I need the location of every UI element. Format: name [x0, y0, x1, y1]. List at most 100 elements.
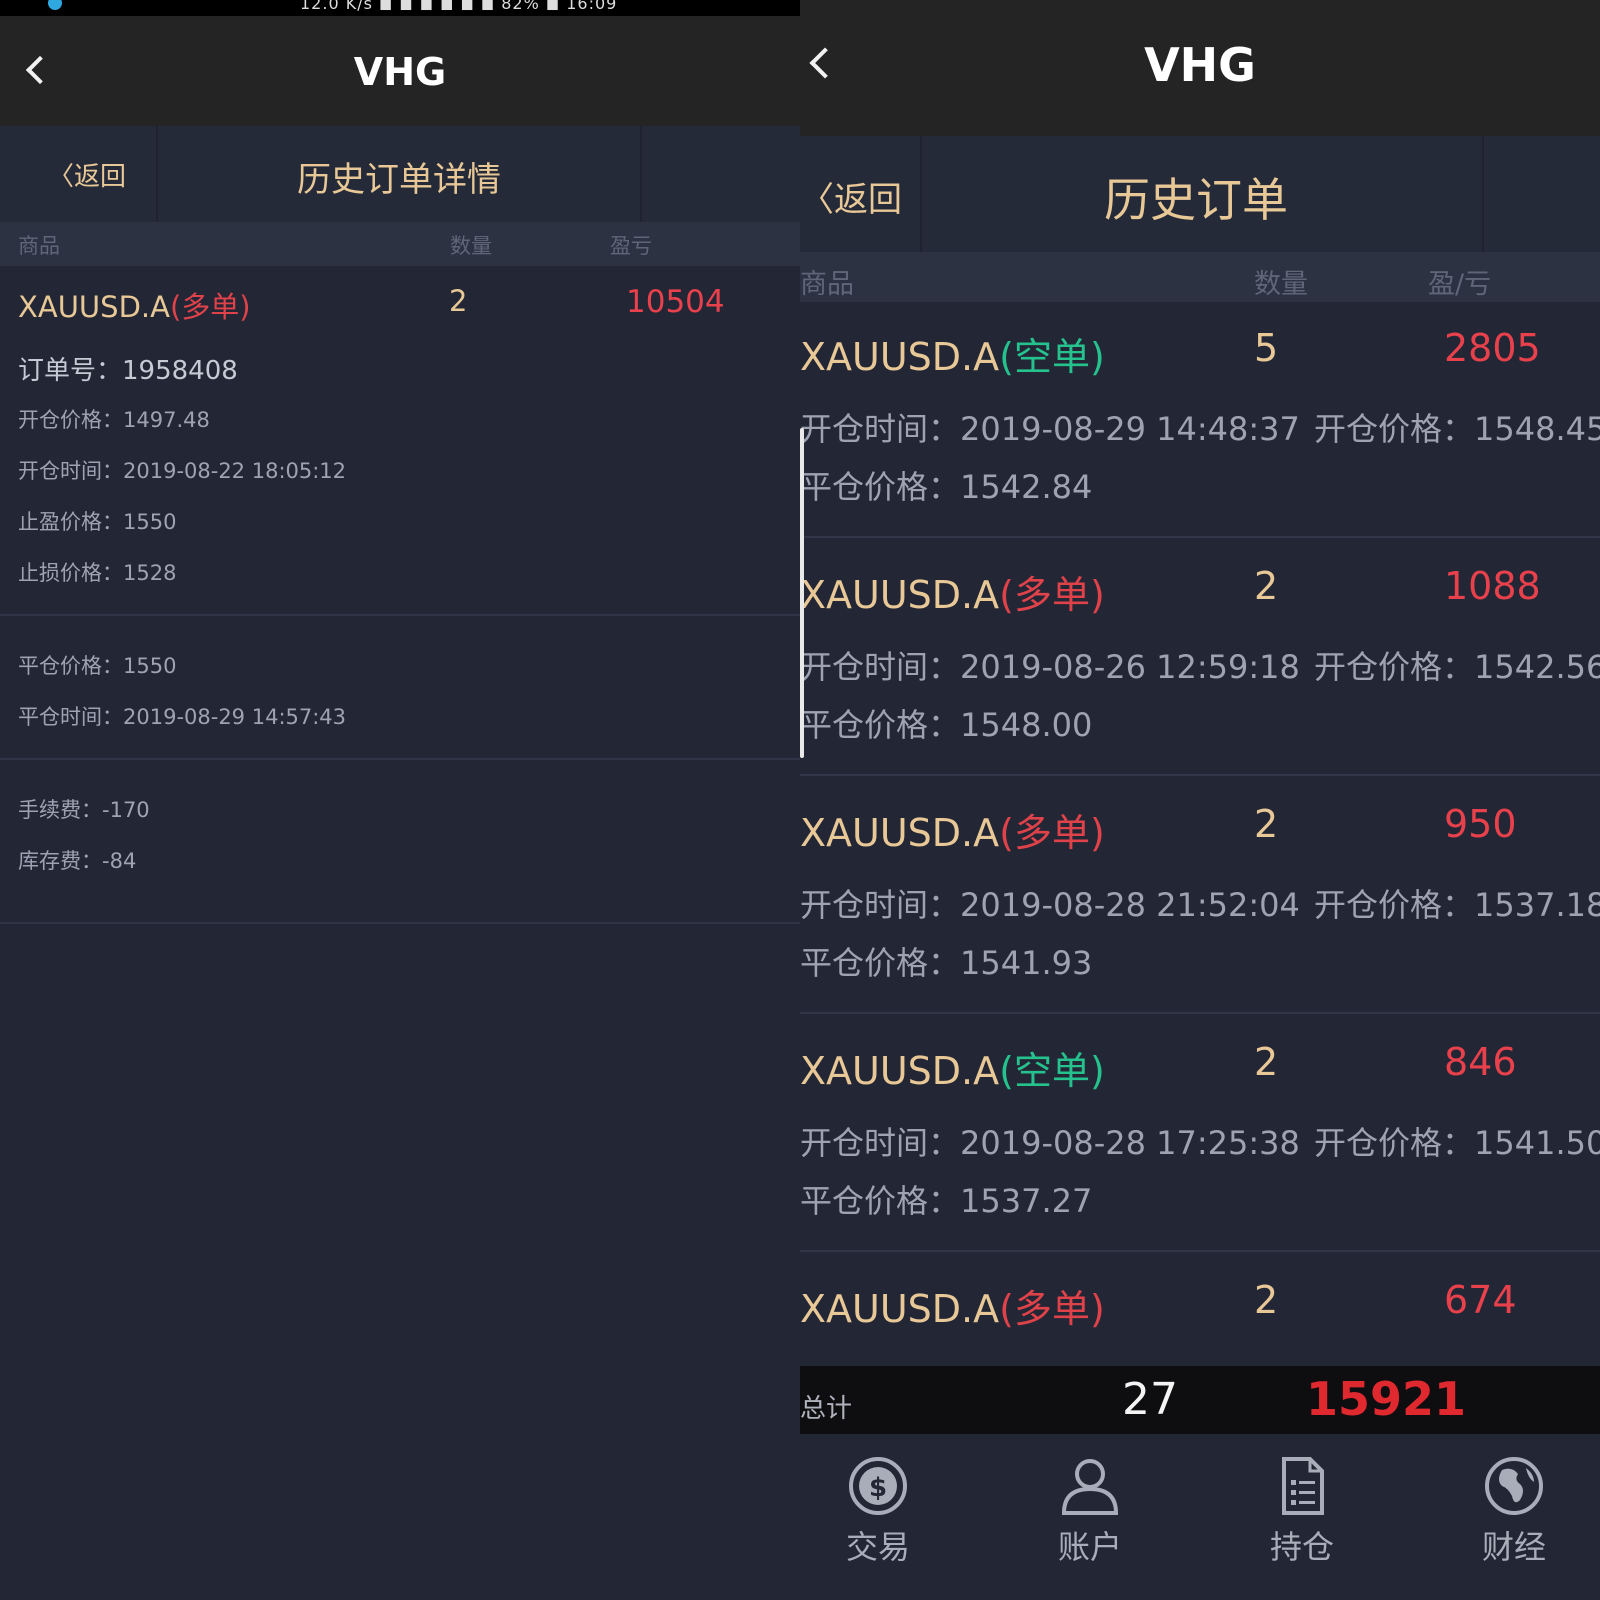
close-price: 平仓价格：1550 [18, 654, 177, 678]
app-title: VHG [1144, 38, 1256, 92]
order-direction: (空单) [999, 335, 1105, 379]
column-header: 商品 数量 盈亏 [0, 222, 800, 266]
dollar-coin-icon: $ [849, 1457, 907, 1515]
page-header: 〈返回 历史订单详情 [0, 126, 800, 222]
open-time: 开仓时间：2019-08-26 12:59:18 [800, 648, 1300, 686]
open-time: 开仓时间：2019-08-28 21:52:04 [800, 886, 1300, 924]
status-bar: 12.0 K/s ◼ ◼ ◼ ◼ ◼ ◼ 82% ◼ 16:09 [0, 0, 800, 16]
open-price: 开仓价格：1537.18 [1314, 886, 1600, 924]
column-pnl: 盈亏 [610, 234, 652, 258]
column-quantity: 数量 [1254, 269, 1308, 300]
close-price: 平仓价格：1548.00 [800, 706, 1093, 744]
order-divider [800, 1012, 1600, 1014]
open-time: 开仓时间：2019-08-22 18:05:12 [18, 459, 347, 483]
total-label: 总计 [800, 1394, 853, 1424]
document-list-icon [1282, 1457, 1324, 1515]
order-pnl: 2805 [1444, 326, 1541, 370]
open-price: 开仓价格：1541.50 [1314, 1124, 1600, 1162]
order-direction: (空单) [999, 1049, 1105, 1093]
order-symbol: XAUUSD.A(多单) [18, 284, 251, 326]
order-quantity: 2 [1254, 1040, 1279, 1084]
section-divider [0, 758, 800, 760]
symbol-text: XAUUSD.A [800, 811, 1000, 855]
notification-icon [48, 0, 62, 10]
order-divider [800, 536, 1600, 538]
tab-trade-label: 交易 [845, 1528, 910, 1566]
order-symbol: XAUUSD.A(多单) [800, 802, 1105, 857]
order-pnl: 674 [1444, 1278, 1517, 1322]
column-pnl: 盈/亏 [1428, 269, 1492, 300]
order-divider [800, 1250, 1600, 1252]
section-divider [0, 614, 800, 616]
order-symbol: XAUUSD.A(多单) [800, 1278, 1105, 1333]
page-header: 〈返回 历史订单 [800, 136, 1600, 252]
order-pnl: 1088 [1444, 564, 1541, 608]
order-number: 订单号：1958408 [18, 356, 238, 386]
order-direction: (多单) [999, 1287, 1105, 1331]
column-product: 商品 [800, 269, 854, 300]
header-divider [1482, 136, 1484, 252]
order-quantity: 2 [1254, 564, 1279, 608]
total-quantity: 27 [1122, 1374, 1178, 1425]
section-divider [0, 922, 800, 924]
open-time: 开仓时间：2019-08-29 14:48:37 [800, 410, 1300, 448]
tab-account[interactable]: 账户 [1030, 1456, 1150, 1568]
close-price: 平仓价格：1541.93 [800, 944, 1093, 982]
order-detail-screen: 12.0 K/s ◼ ◼ ◼ ◼ ◼ ◼ 82% ◼ 16:09 VHG 〈返回… [0, 0, 800, 1600]
close-time: 平仓时间：2019-08-29 14:57:43 [18, 705, 347, 729]
tab-trade[interactable]: $ 交易 [818, 1456, 938, 1568]
order-direction: (多单) [169, 290, 251, 324]
user-icon [1061, 1459, 1119, 1515]
commission: 手续费：-170 [18, 798, 150, 822]
header-divider [640, 126, 642, 222]
return-button[interactable]: 〈返回 [48, 156, 126, 193]
symbol-text: XAUUSD.A [800, 573, 1000, 617]
open-price: 开仓价格：1497.48 [18, 408, 210, 432]
order-direction: (多单) [999, 573, 1105, 617]
symbol-text: XAUUSD.A [18, 290, 170, 324]
order-history-screen: VHG 〈返回 历史订单 商品 数量 盈/亏 XAUUSD.A(空单) 5 28… [800, 0, 1600, 1600]
open-price: 开仓价格：1548.45 [1314, 410, 1600, 448]
order-symbol: XAUUSD.A(空单) [800, 326, 1105, 381]
order-quantity: 2 [449, 284, 468, 318]
tab-account-label: 账户 [1057, 1528, 1122, 1566]
svg-text:$: $ [869, 1473, 887, 1503]
close-price: 平仓价格：1537.27 [800, 1182, 1093, 1220]
bottom-tab-bar: $ 交易 账户 持仓 财经 [800, 1434, 1600, 1600]
status-bar-text: 12.0 K/s ◼ ◼ ◼ ◼ ◼ ◼ 82% ◼ 16:09 [300, 0, 618, 13]
order-pnl: 950 [1444, 802, 1517, 846]
column-product: 商品 [18, 234, 60, 258]
app-title: VHG [353, 50, 447, 94]
page-title: 历史订单 [1104, 173, 1288, 227]
tab-positions[interactable]: 持仓 [1242, 1456, 1362, 1568]
tab-positions-label: 持仓 [1269, 1528, 1334, 1566]
storage-fee: 库存费：-84 [18, 849, 137, 873]
order-quantity: 2 [1254, 802, 1279, 846]
order-quantity: 2 [1254, 1278, 1279, 1322]
total-pnl: 15921 [1306, 1372, 1467, 1426]
order-pnl: 10504 [626, 284, 725, 320]
open-price: 开仓价格：1542.56 [1314, 648, 1600, 686]
tab-finance[interactable]: 财经 [1454, 1456, 1574, 1568]
order-direction: (多单) [999, 811, 1105, 855]
symbol-text: XAUUSD.A [800, 335, 1000, 379]
order-divider [800, 774, 1600, 776]
open-time: 开仓时间：2019-08-28 17:25:38 [800, 1124, 1300, 1162]
scrollbar-thumb[interactable] [800, 428, 804, 758]
order-quantity: 5 [1254, 326, 1279, 370]
symbol-text: XAUUSD.A [800, 1049, 1000, 1093]
take-profit-price: 止盈价格：1550 [18, 510, 177, 534]
page-title: 历史订单详情 [297, 160, 501, 200]
column-quantity: 数量 [450, 234, 492, 258]
total-bar: 总计 27 15921 [800, 1366, 1600, 1434]
app-title-bar: VHG [800, 0, 1600, 136]
order-symbol: XAUUSD.A(空单) [800, 1040, 1105, 1095]
globe-icon [1485, 1457, 1543, 1515]
order-pnl: 846 [1444, 1040, 1517, 1084]
order-symbol: XAUUSD.A(多单) [800, 564, 1105, 619]
column-header: 商品 数量 盈/亏 [800, 252, 1600, 302]
return-button[interactable]: 〈返回 [800, 172, 902, 221]
app-title-bar: VHG [0, 16, 800, 126]
tab-finance-label: 财经 [1481, 1528, 1546, 1566]
stop-loss-price: 止损价格：1528 [18, 561, 177, 585]
